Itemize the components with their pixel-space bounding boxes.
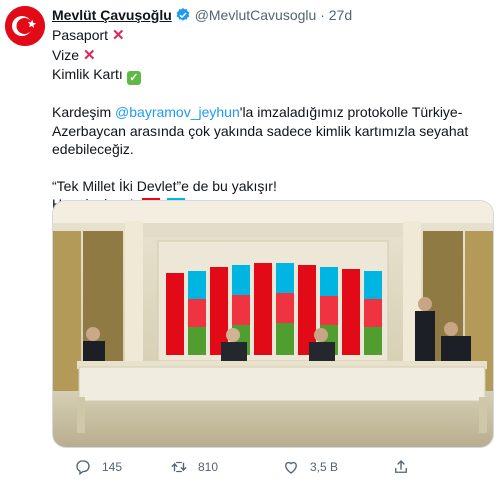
verified-badge-icon (175, 7, 191, 27)
retweet-count: 810 (198, 460, 219, 474)
separator-dot: · (320, 7, 325, 23)
tweet-timestamp[interactable]: 27d (329, 7, 352, 23)
mention-link[interactable]: @bayramov_jeyhun (115, 104, 240, 120)
like-count: 3,5 B (310, 460, 339, 474)
author-handle[interactable]: @MevlutCavusoglu (195, 7, 317, 23)
author-name[interactable]: Mevlüt Çavuşoğlu (52, 7, 172, 23)
share-icon (395, 460, 407, 473)
cross-mark-icon: ✕ (112, 27, 125, 44)
text-pasaport: Pasaport (52, 27, 109, 43)
reply-button[interactable]: 145 (74, 455, 122, 479)
tweet-line-2: Vize ✕ (52, 46, 492, 66)
tweet-line-1: Pasaport ✕ (52, 26, 492, 46)
text-segment: 'la imzaladığımız protokolle Türkiye- (239, 104, 463, 120)
like-button[interactable]: 3,5 B (282, 455, 338, 479)
tweet-paragraph-2-line-1: “Tek Millet İki Devlet”e de bu yakışır! (52, 177, 277, 194)
retweet-icon (171, 461, 187, 473)
tweet-photo[interactable] (52, 200, 494, 448)
check-mark-button-icon: ✓ (126, 71, 141, 85)
retweet-button[interactable]: 810 (170, 455, 218, 479)
text-segment: Kardeşim (52, 104, 116, 120)
tweet-text: Pasaport ✕ Vize ✕ Kimlik Kartı ✓ Kardeşim @… (52, 26, 492, 214)
signing-ceremony-photo (53, 201, 493, 447)
share-button[interactable] (392, 455, 410, 479)
tweet-paragraph-1-line-1: Kardeşim @bayramov_jeyhun'la imzaladığım… (52, 103, 492, 122)
reply-count: 145 (102, 460, 123, 474)
tweet-header: Mevlüt Çavuşoğlu @MevlutCavusoglu · 27d (52, 6, 352, 27)
turkey-flag-avatar-icon (5, 6, 45, 46)
tweet-paragraph-1-line-2: Azerbaycan arasında çok yakında sadece k… (52, 122, 469, 139)
heart-icon (285, 461, 297, 474)
tweet-actions: 145 810 3,5 B (52, 455, 492, 479)
tweet-line-3: Kimlik Kartı ✓ (52, 65, 492, 85)
cross-mark-icon: ✕ (82, 46, 96, 64)
tweet-paragraph-1-line-3: edebileceğiz. (52, 141, 134, 157)
text-kimlik-karti: Kimlik Kartı (52, 66, 123, 82)
reply-icon (76, 460, 90, 476)
text-vize: Vize (52, 46, 79, 63)
avatar[interactable] (5, 6, 45, 46)
